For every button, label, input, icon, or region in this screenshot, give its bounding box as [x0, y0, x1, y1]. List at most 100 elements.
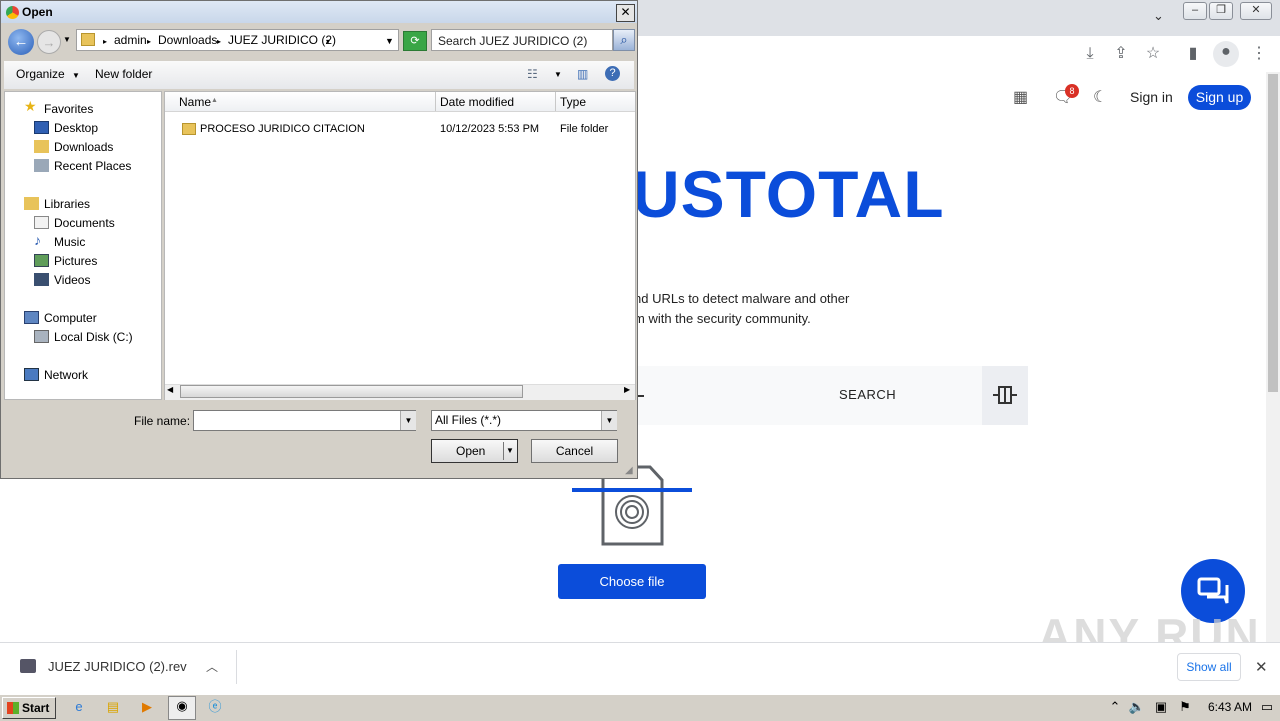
- divider: [236, 650, 237, 684]
- breadcrumb-downloads[interactable]: Downloads: [158, 33, 217, 47]
- minimize-button[interactable]: –: [1183, 2, 1207, 20]
- close-window-button[interactable]: ✕: [1240, 2, 1272, 20]
- nav-pictures[interactable]: Pictures: [54, 254, 97, 268]
- clock[interactable]: 6:43 AM: [1208, 700, 1252, 714]
- dialog-close-button[interactable]: ✕: [616, 4, 635, 22]
- star-icon: ★: [24, 98, 37, 114]
- star-icon[interactable]: ☆: [1142, 43, 1164, 65]
- nav-desktop[interactable]: Desktop: [54, 121, 98, 135]
- file-icon: [20, 659, 36, 673]
- nav-music[interactable]: Music: [54, 235, 85, 249]
- breadcrumb-separator[interactable]: ▸: [147, 37, 151, 46]
- edge-icon[interactable]: ⓔ: [206, 698, 224, 716]
- kebab-menu-icon[interactable]: ⋮: [1248, 43, 1270, 65]
- ie-icon[interactable]: e: [70, 698, 88, 716]
- nav-local-disk[interactable]: Local Disk (C:): [54, 330, 133, 344]
- download-icon[interactable]: ⤓: [1079, 43, 1101, 65]
- file-name[interactable]: PROCESO JURIDICO CITACION: [200, 123, 365, 135]
- download-item-name[interactable]: JUEZ JURIDICO (2).rev: [48, 659, 187, 674]
- folder-icon: [182, 123, 196, 135]
- page-scrollbar-thumb[interactable]: [1268, 74, 1278, 392]
- column-date-modified[interactable]: Date modified: [440, 95, 514, 109]
- windows-logo-icon: [7, 702, 19, 714]
- refresh-icon[interactable]: ⟳: [403, 31, 427, 51]
- virustotal-logo: USTOTAL: [632, 157, 945, 231]
- new-folder-button[interactable]: New folder: [95, 67, 152, 81]
- address-history-dropdown[interactable]: ▼: [385, 36, 394, 46]
- restore-button[interactable]: ❐: [1209, 2, 1233, 20]
- chevron-down-icon[interactable]: ▼: [601, 411, 617, 430]
- help-icon[interactable]: ?: [605, 66, 620, 81]
- breadcrumb-admin[interactable]: admin: [114, 33, 147, 47]
- file-name-label: File name:: [134, 414, 191, 428]
- close-icon[interactable]: ✕: [1255, 658, 1268, 676]
- volume-icon[interactable]: 🔈: [1128, 698, 1146, 716]
- forward-button[interactable]: →: [37, 30, 61, 54]
- search-tab-label[interactable]: SEARCH: [839, 387, 896, 402]
- breadcrumb-separator[interactable]: ▸: [217, 37, 221, 46]
- show-desktop-icon[interactable]: ▭: [1258, 698, 1276, 716]
- recent-places-icon: [34, 159, 49, 172]
- tray-expand-icon[interactable]: ⌃: [1106, 698, 1124, 716]
- breadcrumb-separator[interactable]: ▸: [103, 37, 107, 46]
- file-type: File folder: [560, 123, 609, 135]
- view-options-icon[interactable]: ☷: [527, 67, 538, 81]
- file-name-input[interactable]: [193, 410, 416, 431]
- scroll-left-icon[interactable]: ◀: [167, 385, 173, 394]
- network-icon: [24, 368, 39, 381]
- nav-computer[interactable]: Computer: [44, 311, 97, 325]
- column-divider[interactable]: [555, 92, 556, 111]
- show-all-button[interactable]: Show all: [1177, 653, 1241, 681]
- organize-button[interactable]: Organize ▼: [16, 67, 80, 81]
- nav-downloads[interactable]: Downloads: [54, 140, 113, 154]
- sign-up-button[interactable]: Sign up: [1188, 85, 1251, 110]
- column-type[interactable]: Type: [560, 95, 586, 109]
- scroll-right-icon[interactable]: ▶: [624, 385, 630, 394]
- sign-in-link[interactable]: Sign in: [1130, 89, 1173, 105]
- column-divider[interactable]: [435, 92, 436, 111]
- music-icon: ♪: [34, 232, 41, 248]
- nav-videos[interactable]: Videos: [54, 273, 90, 287]
- open-button[interactable]: Open ▼: [431, 439, 518, 463]
- chevron-down-icon[interactable]: ▼: [554, 70, 562, 79]
- recent-locations-dropdown[interactable]: ▼: [63, 35, 71, 44]
- sort-up-icon: ▲: [211, 97, 218, 104]
- start-label: Start: [22, 701, 50, 715]
- column-name[interactable]: Name: [179, 95, 211, 109]
- search-tab[interactable]: [638, 366, 1028, 425]
- cancel-button[interactable]: Cancel: [531, 439, 618, 463]
- nav-favorites[interactable]: Favorites: [44, 102, 93, 116]
- breadcrumb-separator[interactable]: ▾: [326, 37, 330, 46]
- libraries-icon: [24, 197, 39, 210]
- explorer-icon[interactable]: ▤: [104, 698, 122, 716]
- chevron-down-icon[interactable]: ▼: [400, 411, 416, 430]
- dark-mode-icon[interactable]: ☾: [1093, 87, 1113, 107]
- tab-list-dropdown[interactable]: ⌄: [1153, 8, 1164, 24]
- profile-icon[interactable]: ●: [1213, 41, 1239, 67]
- nav-documents[interactable]: Documents: [54, 216, 115, 230]
- share-icon[interactable]: ⇪: [1110, 43, 1132, 65]
- chevron-down-icon[interactable]: ▼: [506, 440, 514, 462]
- search-icon[interactable]: ⌕: [613, 29, 635, 51]
- chrome-icon[interactable]: ◉: [168, 696, 196, 720]
- chevron-up-icon[interactable]: ︿: [206, 658, 218, 675]
- breadcrumb-current[interactable]: JUEZ JURIDICO (2): [228, 33, 336, 47]
- nav-libraries[interactable]: Libraries: [44, 197, 90, 211]
- back-button[interactable]: ←: [8, 29, 34, 55]
- network-icon[interactable]: ▣: [1152, 698, 1170, 716]
- file-type-filter[interactable]: All Files (*.*): [431, 410, 617, 431]
- search-placeholder: Search JUEZ JURIDICO (2): [438, 34, 588, 48]
- nav-network[interactable]: Network: [44, 368, 88, 382]
- flag-icon[interactable]: ⚑: [1176, 698, 1194, 716]
- start-button[interactable]: Start: [2, 697, 56, 719]
- apps-grid-icon[interactable]: ▦: [1013, 87, 1033, 107]
- media-player-icon[interactable]: ▶: [138, 698, 156, 716]
- description-line: nd URLs to detect malware and other: [634, 291, 850, 306]
- choose-file-button[interactable]: Choose file: [558, 564, 706, 599]
- preview-pane-icon[interactable]: ▥: [577, 67, 588, 81]
- resize-grip-icon[interactable]: ◢: [625, 465, 633, 476]
- notification-badge: 8: [1065, 84, 1079, 98]
- nav-recent-places[interactable]: Recent Places: [54, 159, 131, 173]
- horizontal-scrollbar-thumb[interactable]: [180, 385, 523, 398]
- sidepanel-icon[interactable]: ▮: [1182, 43, 1204, 65]
